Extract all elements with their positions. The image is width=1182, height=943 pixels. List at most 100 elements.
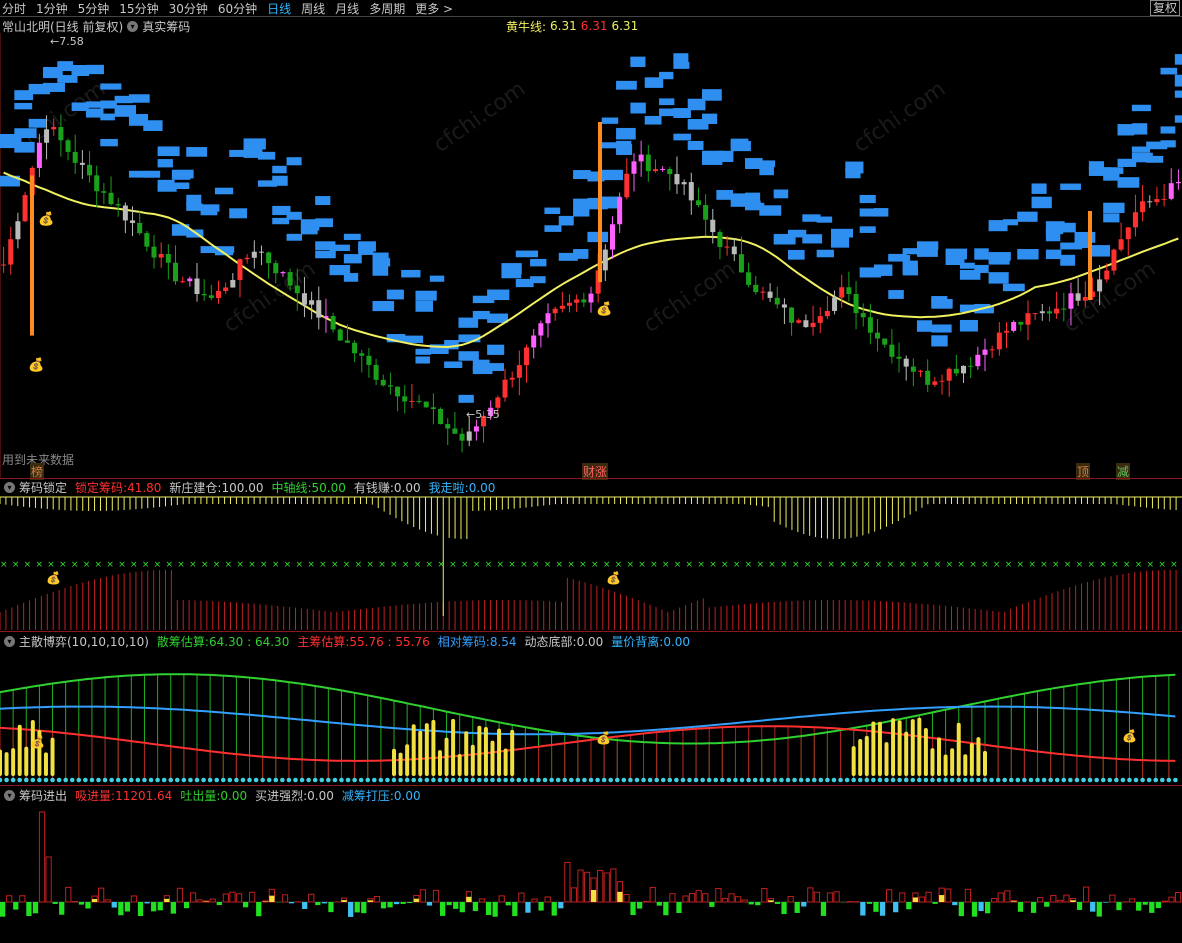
axis-marker: × [343,560,351,570]
panel2-value-2: 50.00 [311,480,346,495]
panel4-name[interactable]: 筹码进出 [19,787,67,804]
bottom-bar [483,727,488,776]
outflow-bar [59,902,65,915]
panel2-value-3: 0.00 [393,480,421,495]
panel4-label-0: 吸进量: [75,788,116,803]
axis-marker: × [556,560,564,570]
main-candlestick-chart[interactable]: cfchi.comcfchi.comcfchi.comcfchi.comcfch… [0,33,1182,478]
money-bag-icon: 💰 [606,571,621,585]
tab-3[interactable]: 15分钟 [119,0,158,17]
axis-marker: × [225,560,233,570]
baseline-dot [890,777,896,783]
panel3-readout-4: 量价背离:0.00 [611,633,690,650]
panel3-dropdown-icon[interactable]: ▾ [4,635,15,647]
candle-body [94,175,100,192]
inflow-bar [597,869,604,903]
bottom-bar [405,744,410,776]
candle-body [1032,313,1038,315]
axis-marker: × [1064,560,1072,570]
outflow-bar [879,902,886,916]
candle-body [1018,321,1024,325]
chip-block [415,290,437,301]
chip-block [859,194,876,204]
panel4-dropdown-icon[interactable]: ▾ [4,789,15,801]
strong-buy-bar [262,901,268,902]
panel2-name[interactable]: 筹码锁定 [19,479,67,496]
chip-block [186,147,208,157]
candle-body [352,342,358,354]
tab-0[interactable]: 分时 [2,0,26,17]
baseline-dot [549,777,554,783]
outflow-bar [663,902,669,916]
panel3-readout-2: 相对筹码:8.54 [438,633,517,650]
baseline-dot [1166,777,1172,783]
tab-9[interactable]: 多周期 [369,0,405,17]
candle-body [789,307,795,323]
candle-body [237,259,243,280]
chip-block [57,61,74,72]
baseline-dot [608,777,613,783]
chip-block [1103,167,1124,174]
chip-lock-chart[interactable]: × × × × × × × × × × × × × × × × × × × × × × × × × × × × × × × × × × × × × × × ×… [0,494,1182,630]
baseline-dot [181,777,187,783]
tab-1[interactable]: 1分钟 [36,0,68,17]
chip-block [343,273,359,282]
panel3-name[interactable]: 主散博弈(10,10,10,10) [19,633,149,650]
candle-body [373,364,379,380]
chip-block [343,254,362,264]
tab-8[interactable]: 月线 [335,0,359,17]
bottom-bar [851,746,856,776]
candle-body [115,204,121,206]
tab-10[interactable]: 更多 > [415,0,453,17]
tab-2[interactable]: 5分钟 [78,0,110,17]
axis-marker: × [544,560,552,570]
panel2-dropdown-icon[interactable]: ▾ [4,481,15,493]
tab-7[interactable]: 周线 [301,0,325,17]
candle-body [903,358,909,367]
indicator-name[interactable]: 真实筹码 [142,18,190,35]
tab-4[interactable]: 30分钟 [169,0,208,17]
outflow-bar [1076,902,1083,910]
chip-block [1131,123,1148,135]
outflow-bar [348,902,354,917]
chip-flow-chart[interactable] [0,802,1182,942]
inflow-bar [38,811,46,903]
candle-body [1061,308,1067,310]
chip-block [1117,177,1140,188]
main-chart-header: 常山北明(日线 前复权) ▾ 真实筹码 [2,18,190,34]
baseline-dot [903,777,909,783]
candle-body [946,368,952,381]
chip-block [916,320,933,332]
strong-buy-bar [164,898,170,902]
chip-block [816,216,833,223]
chip-block [501,268,522,279]
indicator-dropdown-icon[interactable]: ▾ [127,20,139,32]
axis-marker: × [875,560,883,570]
candle-body [609,224,615,250]
candle-body [58,127,64,141]
panel4-readout-2: 买进强烈:0.00 [255,787,334,804]
baseline-dot [595,777,600,783]
outflow-bar [426,902,433,906]
chip-block [616,80,637,90]
chip-block [702,113,718,124]
baseline-dot [175,777,180,783]
tab-6[interactable]: 日线 [267,0,291,17]
inflow-bar [189,892,197,903]
chip-block [1088,245,1111,257]
inflow-bar [130,895,138,903]
axis-marker: × [898,560,906,570]
axis-marker: × [130,560,138,570]
inflow-bar [643,900,650,903]
strong-buy-bar [203,901,209,902]
chip-block [1002,219,1019,226]
axis-marker: × [260,560,268,570]
axis-marker: × [603,560,611,570]
fq-button[interactable]: 复权 [1149,0,1180,16]
baseline-dot [365,777,371,783]
tab-5[interactable]: 60分钟 [218,0,257,17]
candle-body [932,381,938,385]
main-retail-game-chart[interactable]: 💰 💰 💰 [0,648,1182,784]
chip-block [1146,155,1164,163]
inflow-bar [498,895,505,903]
